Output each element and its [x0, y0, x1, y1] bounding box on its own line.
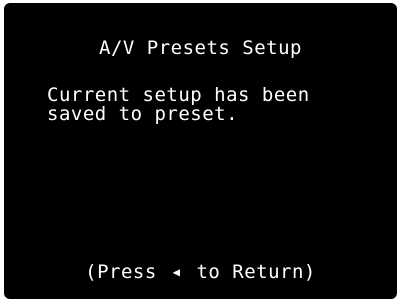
left-arrow-icon: ◀	[172, 265, 181, 279]
osd-screen: A/V Presets Setup Current setup has been…	[4, 3, 397, 299]
status-message: Current setup has been saved to preset.	[47, 86, 310, 124]
page-title: A/V Presets Setup	[99, 37, 302, 59]
return-hint-prefix: (Press	[85, 261, 157, 283]
return-hint-suffix: to Return)	[196, 261, 316, 283]
return-hint: (Press ◀ to Return)	[4, 261, 397, 283]
message-line-2: saved to preset.	[47, 103, 239, 125]
